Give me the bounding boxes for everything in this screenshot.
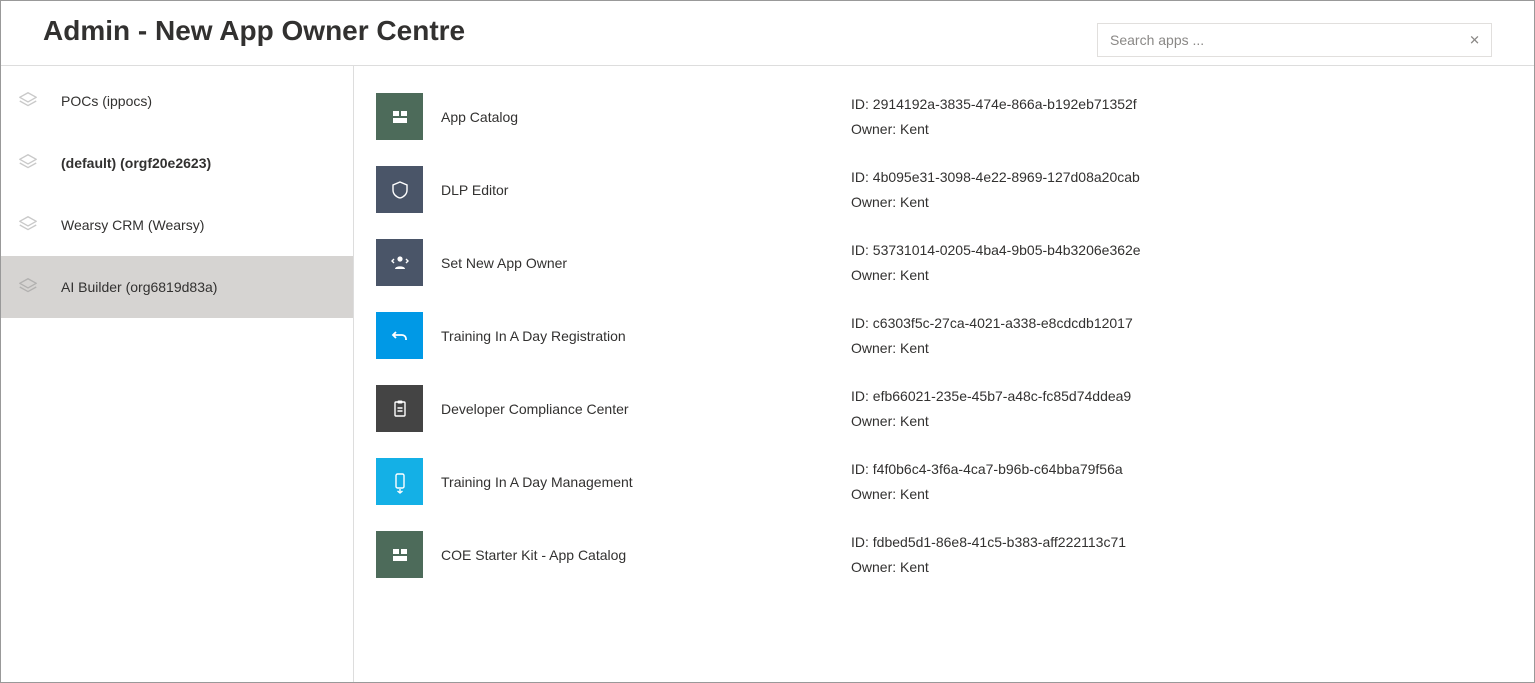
app-meta: ID: 53731014-0205-4ba4-9b05-b4b3206e362e… <box>851 240 1141 285</box>
clipboard-icon <box>376 385 423 432</box>
app-meta: ID: f4f0b6c4-3f6a-4ca7-b96b-c64bba79f56a… <box>851 459 1123 504</box>
app-name: App Catalog <box>441 109 851 125</box>
app-meta: ID: fdbed5d1-86e8-41c5-b383-aff222113c71… <box>851 532 1126 577</box>
app-meta: ID: c6303f5c-27ca-4021-a338-e8cdcdb12017… <box>851 313 1133 358</box>
app-name: COE Starter Kit - App Catalog <box>441 547 851 563</box>
sidebar-item-default[interactable]: (default) (orgf20e2623) <box>1 132 353 194</box>
layers-icon <box>17 152 39 174</box>
sidebar-item-aibuilder[interactable]: AI Builder (org6819d83a) <box>1 256 353 318</box>
environments-sidebar: POCs (ippocs) (default) (orgf20e2623) Wear… <box>1 66 354 682</box>
app-name: DLP Editor <box>441 182 851 198</box>
app-window: Admin - New App Owner Centre ✕ POCs (ipp… <box>0 0 1535 683</box>
app-owner: Owner: Kent <box>851 265 1141 285</box>
app-row[interactable]: Training In A Day ManagementID: f4f0b6c4… <box>376 445 1518 518</box>
sidebar-item-label: (default) (orgf20e2623) <box>61 155 337 171</box>
grid-app-icon <box>376 93 423 140</box>
sidebar-item-label: AI Builder (org6819d83a) <box>61 279 337 295</box>
app-row[interactable]: COE Starter Kit - App CatalogID: fdbed5d… <box>376 518 1518 591</box>
app-row[interactable]: App CatalogID: 2914192a-3835-474e-866a-b… <box>376 80 1518 153</box>
app-meta: ID: 4b095e31-3098-4e22-8969-127d08a20cab… <box>851 167 1140 212</box>
body: POCs (ippocs) (default) (orgf20e2623) Wear… <box>1 66 1534 682</box>
sidebar-item-pocs[interactable]: POCs (ippocs) <box>1 70 353 132</box>
sidebar-item-label: POCs (ippocs) <box>61 93 337 109</box>
clear-search-icon[interactable]: ✕ <box>1465 30 1484 51</box>
app-name: Set New App Owner <box>441 255 851 271</box>
header: Admin - New App Owner Centre ✕ <box>1 1 1534 66</box>
search-input[interactable] <box>1097 23 1492 57</box>
app-row[interactable]: DLP EditorID: 4b095e31-3098-4e22-8969-12… <box>376 153 1518 226</box>
app-name: Training In A Day Registration <box>441 328 851 344</box>
sidebar-item-wearsy[interactable]: Wearsy CRM (Wearsy) <box>1 194 353 256</box>
app-id: ID: 4b095e31-3098-4e22-8969-127d08a20cab <box>851 167 1140 187</box>
app-row[interactable]: Set New App OwnerID: 53731014-0205-4ba4-… <box>376 226 1518 299</box>
app-row[interactable]: Developer Compliance CenterID: efb66021-… <box>376 372 1518 445</box>
app-id: ID: fdbed5d1-86e8-41c5-b383-aff222113c71 <box>851 532 1126 552</box>
app-row[interactable]: Training In A Day RegistrationID: c6303f… <box>376 299 1518 372</box>
app-id: ID: 53731014-0205-4ba4-9b05-b4b3206e362e <box>851 240 1141 260</box>
app-owner: Owner: Kent <box>851 411 1131 431</box>
search-wrap: ✕ <box>1097 23 1492 57</box>
layers-icon <box>17 214 39 236</box>
layers-icon <box>17 90 39 112</box>
app-owner: Owner: Kent <box>851 119 1137 139</box>
app-meta: ID: efb66021-235e-45b7-a48c-fc85d74ddea9… <box>851 386 1131 431</box>
app-owner: Owner: Kent <box>851 484 1123 504</box>
app-id: ID: c6303f5c-27ca-4021-a338-e8cdcdb12017 <box>851 313 1133 333</box>
app-name: Developer Compliance Center <box>441 401 851 417</box>
app-owner: Owner: Kent <box>851 338 1133 358</box>
apps-list: App CatalogID: 2914192a-3835-474e-866a-b… <box>354 66 1534 682</box>
sidebar-item-label: Wearsy CRM (Wearsy) <box>61 217 337 233</box>
app-owner: Owner: Kent <box>851 557 1126 577</box>
grid-app-icon <box>376 531 423 578</box>
phone-down-icon <box>376 458 423 505</box>
app-id: ID: 2914192a-3835-474e-866a-b192eb71352f <box>851 94 1137 114</box>
undo-icon <box>376 312 423 359</box>
app-meta: ID: 2914192a-3835-474e-866a-b192eb71352f… <box>851 94 1137 139</box>
app-name: Training In A Day Management <box>441 474 851 490</box>
app-owner: Owner: Kent <box>851 192 1140 212</box>
app-id: ID: efb66021-235e-45b7-a48c-fc85d74ddea9 <box>851 386 1131 406</box>
layers-icon <box>17 276 39 298</box>
shield-icon <box>376 166 423 213</box>
app-id: ID: f4f0b6c4-3f6a-4ca7-b96b-c64bba79f56a <box>851 459 1123 479</box>
person-transfer-icon <box>376 239 423 286</box>
